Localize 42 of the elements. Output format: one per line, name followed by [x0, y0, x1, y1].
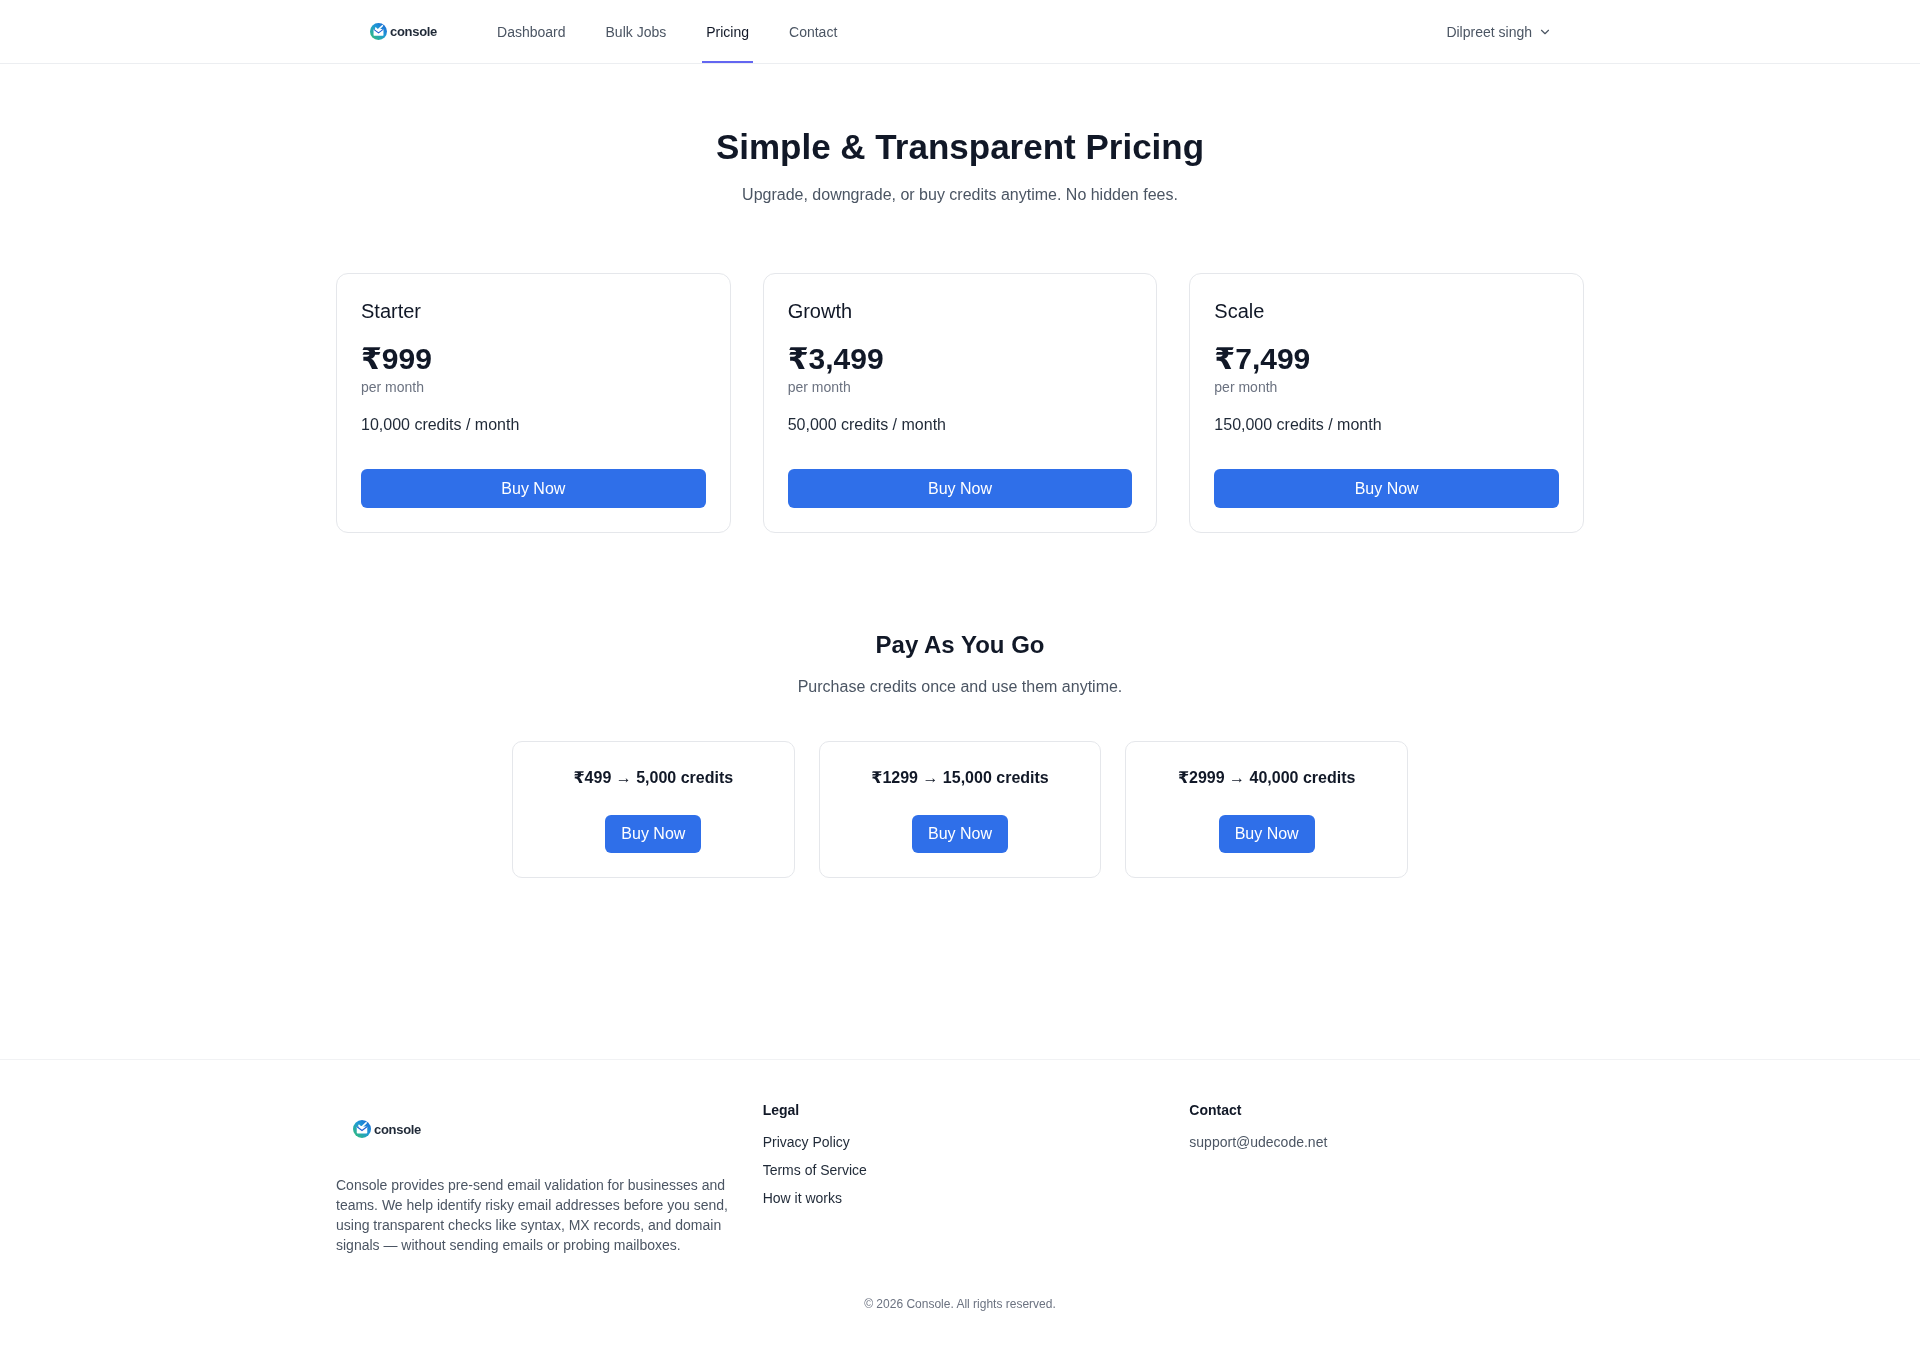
plan-name: Starter: [361, 299, 422, 324]
footer-description: Console provides pre-send email validation for businesses and teams. We help identify risky email addresses before you send, using transparent checks like syntax, MX records, and domain signals — without sending emails or probing mailboxes.: [336, 1176, 729, 1255]
plan-price: ₹7,499: [1214, 341, 1311, 377]
section-title: Pay As You Go: [874, 630, 1046, 660]
footer-link[interactable]: How it works: [762, 1188, 842, 1208]
buy-now-button[interactable]: Buy Now: [1214, 469, 1559, 508]
buy-now-button[interactable]: Buy Now: [361, 469, 706, 508]
section-subtitle: Purchase credits once and use them anytime.: [796, 677, 1124, 697]
credit-pack-offer: ₹499 → 5,000 credits: [573, 768, 734, 788]
plan-name: Scale: [1214, 299, 1265, 324]
plan-credits: 50,000 credits / month: [787, 415, 946, 435]
price-period: per month: [1214, 378, 1278, 397]
buy-now-button[interactable]: Buy Now: [605, 815, 702, 853]
page-title: Simple & Transparent Pricing: [714, 127, 1206, 167]
buy-now-button[interactable]: Buy Now: [911, 815, 1008, 853]
logo-icon: [370, 23, 387, 40]
nav-link[interactable]: Pricing: [702, 0, 754, 63]
email-link[interactable]: support@udecode.net: [1189, 1132, 1328, 1152]
footer-link[interactable]: Privacy Policy: [762, 1132, 850, 1152]
logo-icon: [353, 1120, 371, 1138]
buy-now-button[interactable]: Buy Now: [787, 469, 1133, 508]
footer-heading: Contact: [1189, 1101, 1242, 1120]
footer-heading: Legal: [762, 1101, 800, 1120]
nav-link[interactable]: Dashboard: [493, 0, 570, 63]
plan-price: ₹999: [361, 341, 432, 377]
nav-link[interactable]: Contact: [785, 0, 842, 63]
plan-credits: 150,000 credits / month: [1214, 415, 1382, 435]
user-menu-button[interactable]: Dilpreet singh: [1446, 23, 1552, 40]
price-period: per month: [361, 378, 425, 397]
price-period: per month: [787, 378, 851, 397]
footer-link[interactable]: Terms of Service: [762, 1160, 867, 1180]
nav-link[interactable]: Bulk Jobs: [601, 0, 671, 63]
plan-price: ₹3,499: [787, 341, 884, 377]
copyright-text: © 2026 Console. All rights reserved.: [863, 1296, 1057, 1312]
credit-pack-offer: ₹1299 → 15,000 credits: [871, 768, 1049, 788]
logo-link[interactable]: console: [370, 23, 438, 40]
plan-credits: 10,000 credits / month: [361, 415, 520, 435]
buy-now-button[interactable]: Buy Now: [1218, 815, 1315, 853]
logo-text: console: [374, 1121, 422, 1137]
credit-pack-offer: ₹2999 → 40,000 credits: [1177, 768, 1356, 788]
plan-name: Growth: [787, 299, 853, 324]
page-subtitle: Upgrade, downgrade, or buy credits anytime. No hidden fees.: [741, 185, 1179, 205]
